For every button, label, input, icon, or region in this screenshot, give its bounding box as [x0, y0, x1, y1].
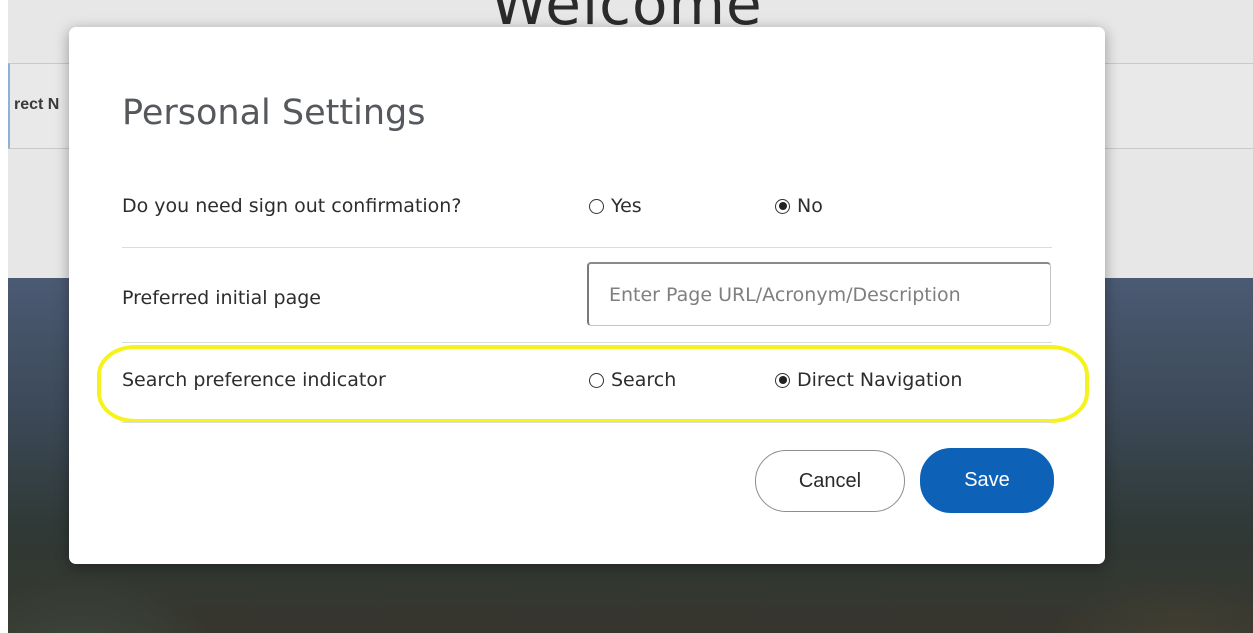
radio-unchecked-icon [589, 198, 604, 214]
radio-unchecked-icon [589, 372, 604, 388]
search-preference-direct-navigation-radio[interactable]: Direct Navigation [775, 369, 962, 391]
search-preference-search-radio[interactable]: Search [589, 369, 676, 391]
cancel-button[interactable]: Cancel [755, 450, 905, 512]
divider [122, 422, 1052, 423]
personal-settings-dialog: Personal Settings Do you need sign out c… [69, 27, 1105, 564]
radio-checked-icon [775, 198, 790, 214]
divider [122, 247, 1052, 248]
signout-no-label: No [797, 195, 823, 217]
signout-no-radio[interactable]: No [775, 195, 823, 217]
search-preference-label: Search preference indicator [122, 369, 386, 391]
radio-checked-icon [775, 372, 790, 388]
initial-page-input[interactable] [587, 262, 1051, 326]
signout-confirmation-label: Do you need sign out confirmation? [122, 195, 462, 217]
search-option-label: Search [611, 369, 677, 391]
initial-page-label: Preferred initial page [122, 287, 321, 309]
signout-yes-label: Yes [611, 195, 642, 217]
save-button[interactable]: Save [920, 448, 1054, 513]
navbar-partial-label: rect N [14, 96, 60, 113]
left-edge [0, 0, 8, 633]
signout-yes-radio[interactable]: Yes [589, 195, 642, 217]
direct-navigation-option-label: Direct Navigation [797, 369, 963, 391]
dialog-title: Personal Settings [122, 93, 426, 133]
divider [122, 342, 1052, 343]
